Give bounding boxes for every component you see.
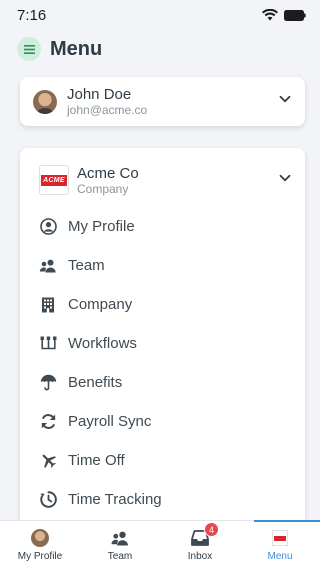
menu-item-workflows[interactable]: Workflows [20,324,305,363]
menu-item-label: Company [68,296,133,313]
company-logo: ACME [39,165,69,195]
menu-item-label: Benefits [68,374,123,391]
menu-item-time-tracking[interactable]: Time Tracking [20,480,305,519]
wifi-icon [262,9,278,21]
menu-item-team[interactable]: Team [20,246,305,285]
menu-item-label: Workflows [68,335,137,352]
account-switcher[interactable]: John Doe john@acme.co [20,77,305,126]
tab-label: Team [107,551,133,562]
tab-team[interactable]: Team [80,521,160,568]
sync-icon [39,413,57,431]
company-subtitle: Company [77,181,129,196]
user-email: john@acme.co [67,103,148,117]
page-title: Menu [50,37,103,60]
avatar [33,89,57,114]
tab-label: Menu [267,551,293,562]
menu-item-my-profile[interactable]: My Profile [20,207,305,246]
menu-item-label: Time Tracking [68,491,162,508]
company-logo-text: ACME [41,174,67,186]
status-time: 7:16 [17,6,47,24]
plane-icon [39,452,57,470]
chevron-down-icon[interactable] [278,92,292,111]
building-icon [39,296,57,314]
tab-my-profile[interactable]: My Profile [0,521,80,568]
menu-item-label: My Profile [68,218,135,235]
tab-inbox[interactable]: 4 Inbox [160,521,240,568]
menu-list-icon[interactable] [17,37,41,61]
menu-item-benefits[interactable]: Benefits [20,363,305,402]
workflow-icon [39,335,57,353]
page-header: Menu [0,30,320,64]
user-info: John Doe john@acme.co [67,86,278,117]
inbox-icon: 4 [191,522,219,547]
avatar-icon [31,529,49,547]
team-icon [39,257,57,275]
clock-icon [39,491,57,509]
acme-logo-icon [272,529,288,547]
tab-bar: My Profile Team 4 Inbox Menu [0,520,320,568]
menu-list: My Profile Team Company Workflows Benefi… [20,198,305,519]
status-bar: 7:16 [0,0,320,30]
menu-item-label: Payroll Sync [68,413,152,430]
company-info: Acme Co Company [77,165,278,196]
menu-item-label: Time Off [68,452,125,469]
profile-icon [39,218,57,236]
team-icon [111,529,129,547]
tab-label: Inbox [187,551,213,562]
menu-item-company[interactable]: Company [20,285,305,324]
company-switcher[interactable]: ACME Acme Co Company [20,148,305,198]
umbrella-icon [39,374,57,392]
tab-label: My Profile [17,551,63,562]
status-icons [262,9,306,21]
battery-icon [284,9,306,21]
tab-menu[interactable]: Menu [240,520,320,568]
chevron-down-icon[interactable] [278,171,292,190]
menu-item-label: Team [68,257,105,274]
inbox-badge: 4 [204,522,219,537]
company-name: Acme Co [77,164,139,182]
menu-card: ACME Acme Co Company My Profile Team Com… [20,148,305,548]
user-name: John Doe [67,86,132,103]
menu-item-time-off[interactable]: Time Off [20,441,305,480]
menu-item-payroll-sync[interactable]: Payroll Sync [20,402,305,441]
